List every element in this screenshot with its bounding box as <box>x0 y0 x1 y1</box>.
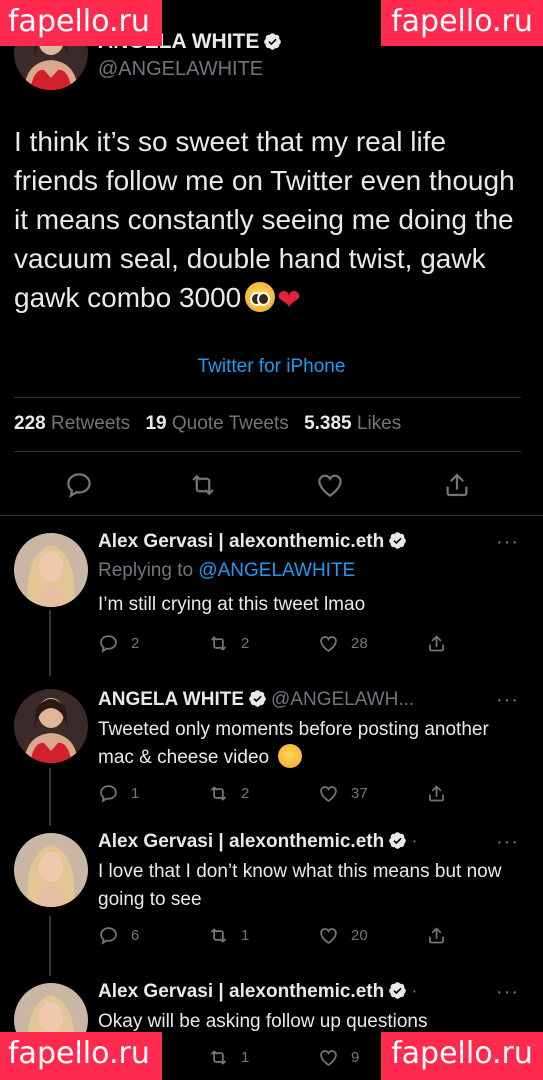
share-action[interactable] <box>426 632 459 654</box>
share-action[interactable] <box>426 924 459 946</box>
reply-action-bar: 6 1 20 <box>98 924 448 946</box>
reply-icon[interactable] <box>64 470 94 500</box>
reply-author-avatar[interactable] <box>14 689 88 763</box>
likes-stat[interactable]: 5.385 Likes <box>304 413 401 434</box>
reply-author-handle: · <box>411 981 418 1002</box>
share-icon[interactable] <box>442 470 472 500</box>
tweet-text: I think it’s so sweet that my real life … <box>14 122 524 319</box>
reply-tweet[interactable]: ANGELA WHITE @ANGELAWH... ··· Tweeted onl… <box>0 689 543 809</box>
more-options-icon[interactable]: ··· <box>496 981 519 1004</box>
verified-badge-icon <box>389 832 407 849</box>
reply-author-avatar[interactable] <box>14 533 88 607</box>
tweet-source[interactable]: Twitter for iPhone <box>0 356 543 378</box>
reply-author-handle: · <box>411 831 418 852</box>
retweet-action[interactable]: 1 <box>208 1046 249 1068</box>
reply-text: I’m still crying at this tweet lmao <box>98 594 366 615</box>
reply-action[interactable]: 2 <box>98 632 139 654</box>
share-icon <box>429 785 444 801</box>
retweet-action[interactable]: 1 <box>208 924 249 946</box>
share-icon <box>429 635 444 651</box>
like-icon <box>320 635 337 652</box>
reply-action-bar: 1 2 37 <box>98 782 448 804</box>
reply-action[interactable]: 1 <box>98 782 139 804</box>
watermark-bottom-right: fapello.ru <box>381 1032 543 1080</box>
retweet-icon <box>211 928 226 942</box>
reply-author-name[interactable]: ANGELA WHITE @ANGELAWH... <box>98 689 414 711</box>
share-action[interactable] <box>426 782 459 804</box>
divider <box>14 451 521 452</box>
reply-author-name[interactable]: Alex Gervasi | alexonthemic.eth <box>98 531 407 553</box>
like-icon <box>320 927 337 944</box>
replying-to-handle[interactable]: @ANGELAWHITE <box>198 560 355 581</box>
watermark-bottom-left: fapello.ru <box>0 1032 162 1080</box>
verified-badge-icon <box>389 982 407 999</box>
watermark-top-right: fapello.ru <box>381 0 543 46</box>
author-handle[interactable]: @ANGELAWHITE <box>98 58 263 81</box>
watermark-top-left: fapello.ru <box>0 0 162 46</box>
reply-author-handle[interactable]: @ANGELAWH... <box>271 689 414 710</box>
verified-badge-icon <box>389 532 407 549</box>
reply-tweet[interactable]: Alex Gervasi | alexonthemic.eth · ··· I l… <box>0 831 543 951</box>
pleading-face-emoji <box>245 282 276 312</box>
divider <box>0 515 543 516</box>
verified-badge-icon <box>264 33 282 50</box>
grinning-sweat-emoji <box>278 744 303 768</box>
replying-to: Replying to @ANGELAWHITE <box>98 560 356 581</box>
reply-author-avatar[interactable] <box>14 833 88 907</box>
reply-text: I love that I don’t know what this means… <box>98 861 502 910</box>
like-icon[interactable] <box>315 470 345 500</box>
reply-tweet[interactable]: Alex Gervasi | alexonthemic.eth ··· Repl… <box>0 531 543 661</box>
retweet-icon <box>211 636 226 650</box>
reply-icon <box>100 784 117 803</box>
like-action[interactable]: 9 <box>318 1046 359 1068</box>
reply-text: Tweeted only moments before posting anot… <box>98 719 489 768</box>
more-options-icon[interactable]: ··· <box>496 831 519 854</box>
reply-icon <box>100 926 117 945</box>
reply-action[interactable]: 6 <box>98 924 139 946</box>
reply-icon <box>100 634 117 653</box>
like-action[interactable]: 37 <box>318 782 368 804</box>
retweet-icon[interactable] <box>188 470 218 500</box>
like-action[interactable]: 28 <box>318 632 368 654</box>
retweet-action[interactable]: 2 <box>208 632 249 654</box>
divider <box>14 397 521 398</box>
retweets-stat[interactable]: 228 Retweets <box>14 413 130 434</box>
tweet-stats: 228 Retweets 19 Quote Tweets 5.385 Likes <box>14 413 411 435</box>
reply-action-bar: 2 2 28 <box>98 632 448 654</box>
like-action[interactable]: 20 <box>318 924 368 946</box>
retweet-action[interactable]: 2 <box>208 782 249 804</box>
like-icon <box>320 785 337 802</box>
verified-badge-icon <box>249 690 266 707</box>
like-icon <box>320 1049 337 1066</box>
red-heart-emoji: ❤ <box>277 284 301 315</box>
reply-author-name[interactable]: Alex Gervasi | alexonthemic.eth · <box>98 831 418 853</box>
share-icon <box>429 927 444 943</box>
more-options-icon[interactable]: ··· <box>496 689 519 712</box>
retweet-icon <box>211 1050 226 1064</box>
reply-author-name[interactable]: Alex Gervasi | alexonthemic.eth · <box>98 981 418 1003</box>
quote-tweets-stat[interactable]: 19 Quote Tweets <box>145 413 288 434</box>
tweet-action-bar <box>0 470 543 500</box>
retweet-icon <box>211 786 226 800</box>
more-options-icon[interactable]: ··· <box>496 531 519 554</box>
